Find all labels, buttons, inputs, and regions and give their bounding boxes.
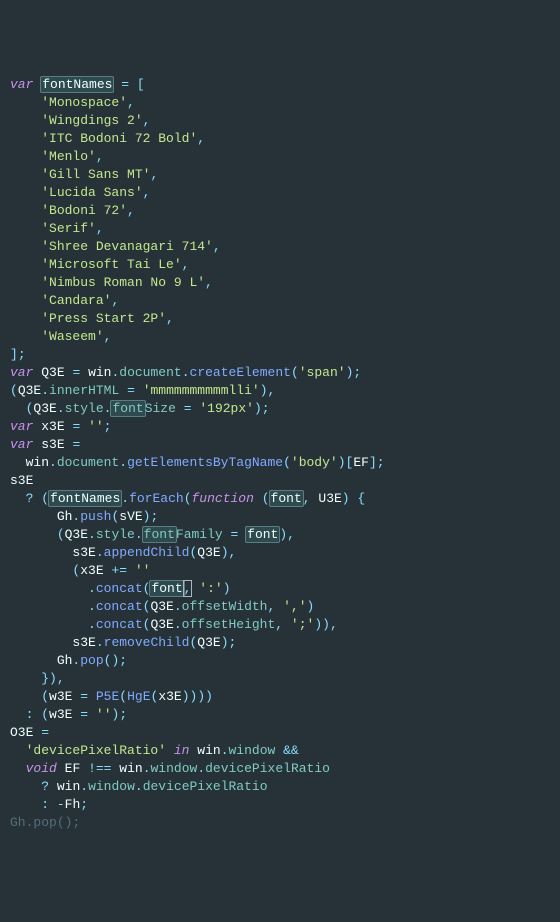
code-line: O3E = <box>10 724 550 742</box>
code-line: 'Monospace', <box>10 94 550 112</box>
code-line: 'Nimbus Roman No 9 L', <box>10 274 550 292</box>
code-line: ? (fontNames.forEach(function (font, U3E… <box>10 490 550 508</box>
code-line: win.document.getElementsByTagName('body'… <box>10 454 550 472</box>
code-line: (Q3E.style.fontFamily = font), <box>10 526 550 544</box>
code-line: : (w3E = ''); <box>10 706 550 724</box>
code-line: Gh.pop(); <box>10 652 550 670</box>
code-line: : -Fh; <box>10 796 550 814</box>
code-line: 'Bodoni 72', <box>10 202 550 220</box>
code-line: var s3E = <box>10 436 550 454</box>
code-line: 'Serif', <box>10 220 550 238</box>
code-line: void EF !== win.window.devicePixelRatio <box>10 760 550 778</box>
code-line: 'Waseem', <box>10 328 550 346</box>
code-line: .concat(font, ':') <box>10 580 550 598</box>
code-line: 'Shree Devanagari 714', <box>10 238 550 256</box>
code-line: 'Gill Sans MT', <box>10 166 550 184</box>
code-line: (x3E += '' <box>10 562 550 580</box>
code-line: 'Microsoft Tai Le', <box>10 256 550 274</box>
code-line: s3E.appendChild(Q3E), <box>10 544 550 562</box>
code-line: var Q3E = win.document.createElement('sp… <box>10 364 550 382</box>
code-line: s3E <box>10 472 550 490</box>
code-line: (w3E = P5E(HgE(x3E)))) <box>10 688 550 706</box>
code-line: (Q3E.innerHTML = 'mmmmmmmmmmlli'), <box>10 382 550 400</box>
code-line: ]; <box>10 346 550 364</box>
code-line: (Q3E.style.fontSize = '192px'); <box>10 400 550 418</box>
code-line: s3E.removeChild(Q3E); <box>10 634 550 652</box>
code-line: .concat(Q3E.offsetHeight, ';')), <box>10 616 550 634</box>
code-editor[interactable]: var fontNames = [ 'Monospace', 'Wingding… <box>10 76 550 832</box>
code-line: ? win.window.devicePixelRatio <box>10 778 550 796</box>
code-line: 'Candara', <box>10 292 550 310</box>
code-line: 'devicePixelRatio' in win.window && <box>10 742 550 760</box>
code-line: 'Wingdings 2', <box>10 112 550 130</box>
code-line: 'ITC Bodoni 72 Bold', <box>10 130 550 148</box>
code-line: }), <box>10 670 550 688</box>
code-line: 'Press Start 2P', <box>10 310 550 328</box>
code-line: var x3E = ''; <box>10 418 550 436</box>
code-line: 'Lucida Sans', <box>10 184 550 202</box>
code-line: Gh.push(sVE); <box>10 508 550 526</box>
code-line: var fontNames = [ <box>10 76 550 94</box>
code-line: Gh.pop(); <box>10 814 550 832</box>
code-line: 'Menlo', <box>10 148 550 166</box>
code-line: .concat(Q3E.offsetWidth, ',') <box>10 598 550 616</box>
